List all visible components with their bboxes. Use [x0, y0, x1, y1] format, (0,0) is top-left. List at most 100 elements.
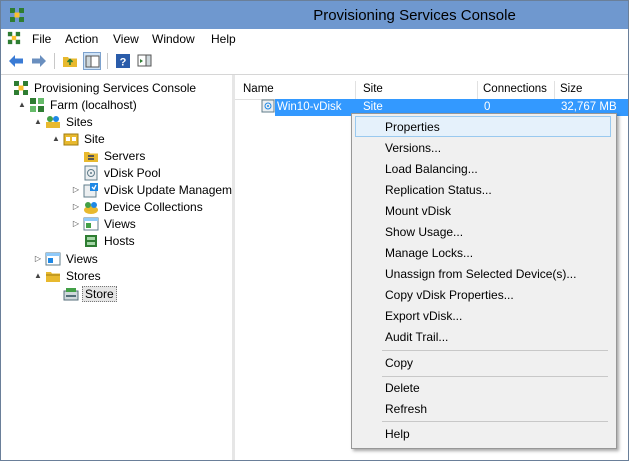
collapse-arrow-icon[interactable]: ▲ — [33, 116, 43, 128]
tree-node-label: Hosts — [104, 234, 135, 248]
expand-arrow-icon[interactable]: ▷ — [33, 253, 43, 265]
cell-name: Win10-vDisk — [277, 101, 342, 113]
tree-node-farm-views[interactable]: ▷ Views — [33, 251, 232, 268]
tree-node-label: Provisioning Services Console — [34, 81, 197, 95]
tree-expander — [71, 235, 81, 247]
tree-expander — [51, 288, 61, 300]
menu-bar: File Action View Window Help — [1, 29, 628, 49]
menu-item-export-vdisk[interactable]: Export vDisk... — [355, 305, 611, 326]
stores-icon — [45, 268, 61, 284]
list-header: Name Site Connections Size — [235, 81, 628, 100]
menu-item-copy-vdisk-properties[interactable]: Copy vDisk Properties... — [355, 284, 611, 305]
menu-item-show-usage[interactable]: Show Usage... — [355, 221, 611, 242]
menu-view[interactable]: View — [113, 31, 139, 47]
collapse-arrow-icon[interactable]: ▲ — [33, 270, 43, 282]
menu-item-load-balancing[interactable]: Load Balancing... — [355, 158, 611, 179]
menu-item-delete[interactable]: Delete — [355, 377, 611, 398]
tree-node-site-views[interactable]: ▷ Views — [71, 216, 232, 233]
expand-arrow-icon[interactable]: ▷ — [71, 201, 81, 213]
console-menu-icon[interactable] — [7, 31, 21, 45]
cell-site: Site — [363, 101, 383, 113]
tree-node-device-collections[interactable]: ▷ Device Collections — [71, 199, 232, 216]
tree-node-label: Sites — [66, 115, 93, 129]
menu-window[interactable]: Window — [152, 31, 195, 47]
up-folder-icon[interactable] — [61, 52, 79, 70]
console-window: Provisioning Services Console File Actio… — [0, 0, 629, 461]
tree-node-label: vDisk Pool — [104, 166, 161, 180]
vdisk-pool-icon — [83, 165, 99, 181]
device-collections-icon — [83, 199, 99, 215]
expand-arrow-icon[interactable]: ▷ — [71, 184, 81, 196]
console-icon — [13, 80, 29, 96]
toolbar: ? — [1, 49, 628, 75]
cell-connections: 0 — [484, 101, 491, 113]
column-header-size[interactable]: Size — [560, 83, 582, 95]
tree-node-label: Device Collections — [104, 200, 203, 214]
menu-item-properties[interactable]: Properties — [355, 116, 611, 137]
menu-file[interactable]: File — [32, 31, 51, 47]
hosts-icon — [83, 233, 99, 249]
tree-node-label: Farm (localhost) — [50, 98, 137, 112]
tree-node-label: Site — [84, 132, 105, 146]
tree-node-site[interactable]: ▲ Site — [51, 131, 232, 148]
vdisk-icon — [261, 99, 275, 113]
tree-node-label: Views — [66, 252, 98, 266]
tree-node-hosts[interactable]: Hosts — [71, 233, 232, 250]
tree-node-label: Servers — [104, 149, 146, 163]
column-header-connections[interactable]: Connections — [483, 83, 547, 95]
title-bar: Provisioning Services Console — [1, 1, 628, 29]
views-icon — [45, 251, 61, 267]
tree-node-servers[interactable]: Servers — [71, 148, 232, 165]
sites-icon — [45, 114, 61, 130]
menu-item-versions[interactable]: Versions... — [355, 137, 611, 158]
tree-node-label: vDisk Update Manageme — [104, 183, 235, 197]
menu-separator — [382, 350, 608, 351]
tree-node-vdisk-pool[interactable]: vDisk Pool — [71, 165, 232, 182]
tree-expander — [71, 150, 81, 162]
tree-expander — [71, 167, 81, 179]
menu-item-help[interactable]: Help — [355, 423, 611, 444]
tree-node-label: Views — [104, 217, 136, 231]
cell-size: 32,767 MB — [561, 101, 617, 113]
menu-help[interactable]: Help — [211, 31, 236, 47]
back-icon[interactable] — [7, 52, 25, 70]
menu-item-audit-trail[interactable]: Audit Trail... — [355, 326, 611, 347]
forward-icon[interactable] — [30, 52, 48, 70]
column-header-name[interactable]: Name — [243, 83, 274, 95]
collapse-arrow-icon[interactable]: ▲ — [51, 133, 61, 145]
column-divider[interactable] — [554, 81, 555, 99]
tree-node-console[interactable]: Provisioning Services Console — [1, 80, 232, 97]
tree-node-stores[interactable]: ▲ Stores — [33, 268, 232, 285]
tree-node-label: Store — [82, 286, 117, 302]
tree-node-vdisk-update-management[interactable]: ▷ vDisk Update Manageme — [71, 182, 232, 199]
tree-expander — [1, 82, 11, 94]
column-divider[interactable] — [477, 81, 478, 99]
column-divider[interactable] — [355, 81, 356, 99]
column-header-site[interactable]: Site — [363, 83, 383, 95]
svg-text:?: ? — [120, 57, 127, 69]
collapse-arrow-icon[interactable]: ▲ — [17, 99, 27, 111]
tree-node-sites[interactable]: ▲ Sites — [33, 114, 232, 131]
window-title: Provisioning Services Console — [313, 7, 516, 24]
menu-item-mount-vdisk[interactable]: Mount vDisk — [355, 200, 611, 221]
menu-item-refresh[interactable]: Refresh — [355, 398, 611, 419]
vdisk-update-icon — [83, 182, 99, 198]
menu-item-manage-locks[interactable]: Manage Locks... — [355, 242, 611, 263]
menu-item-replication-status[interactable]: Replication Status... — [355, 179, 611, 200]
farm-icon — [29, 97, 45, 113]
menu-separator — [382, 421, 608, 422]
menu-item-copy[interactable]: Copy — [355, 352, 611, 373]
tree-node-farm[interactable]: ▲ Farm (localhost) — [17, 97, 232, 114]
views-icon — [83, 216, 99, 232]
help-icon[interactable]: ? — [114, 52, 132, 70]
show-hide-tree-icon[interactable] — [83, 52, 101, 70]
action-pane-icon[interactable] — [136, 52, 154, 70]
tree-node-label: Stores — [66, 269, 101, 283]
expand-arrow-icon[interactable]: ▷ — [71, 218, 81, 230]
tree-node-store[interactable]: Store — [51, 286, 232, 303]
tree-pane: Provisioning Services Console ▲ Farm (lo… — [1, 75, 235, 460]
menu-action[interactable]: Action — [65, 31, 98, 47]
menu-item-unassign[interactable]: Unassign from Selected Device(s)... — [355, 263, 611, 284]
toolbar-separator — [107, 53, 108, 69]
context-menu: Properties Versions... Load Balancing...… — [351, 113, 617, 449]
